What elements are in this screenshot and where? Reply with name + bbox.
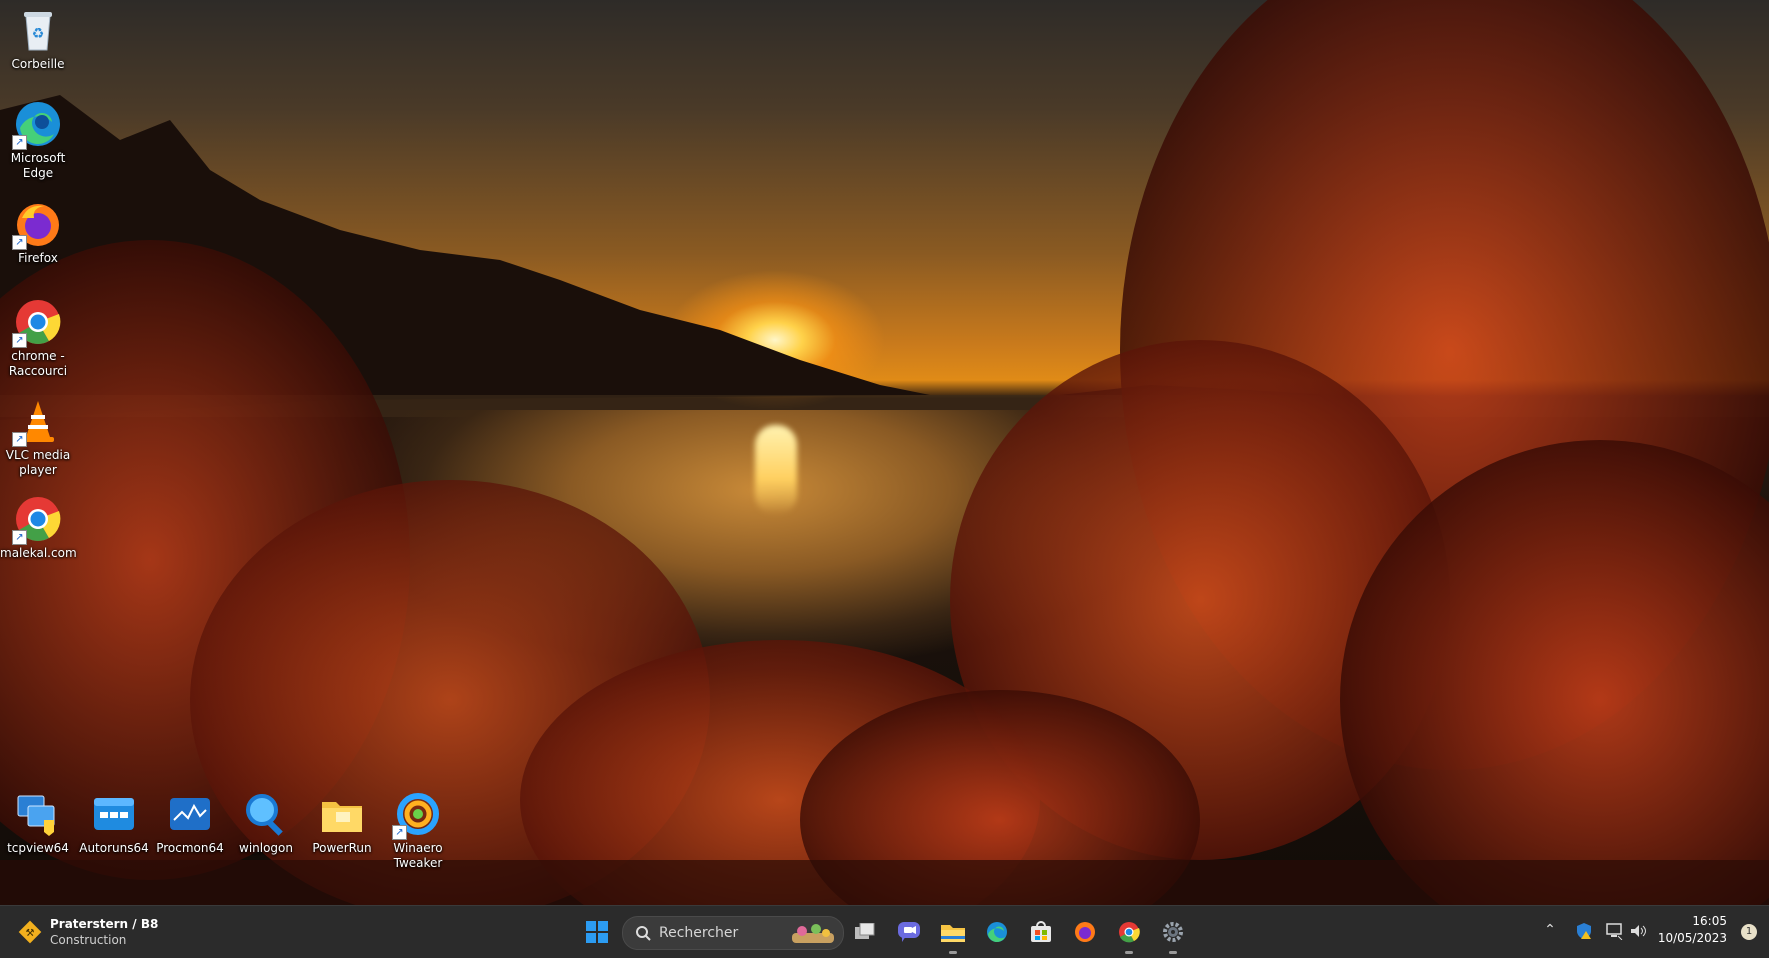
weather-subtitle: Construction [50,933,127,947]
start-button[interactable] [578,914,616,950]
weather-widget[interactable]: ⚒ Praterstern / B8 Construction [16,914,176,950]
desktop-icon-autoruns64[interactable]: Autoruns64 [76,790,152,856]
network-icon[interactable] [1604,922,1624,942]
security-shield-icon[interactable] [1574,922,1594,942]
volume-icon[interactable] [1628,922,1648,942]
search-icon [636,926,651,941]
desktop-icon-procmon64[interactable]: Procmon64 [152,790,228,856]
shortcut-arrow-icon: ↗ [392,825,407,840]
chrome-icon: ↗ [12,298,62,348]
folder-icon [318,790,366,838]
clock-date: 10/05/2023 [1657,931,1727,945]
desktop-icon-powerrun[interactable]: PowerRun [304,790,380,856]
edge-icon: ↗ [12,100,62,150]
desktop-icon-firefox[interactable]: ↗ Firefox [0,200,76,266]
windows-logo-icon [586,921,608,943]
vlc-cone-icon: ↗ [12,397,62,447]
desktop-icon-microsoft-edge[interactable]: ↗ Microsoft Edge [0,100,76,181]
desktop-wallpaper: ♻ Corbeille ↗ Microsoft Edge ↗ Firefox ↗… [0,0,1769,905]
desktop-icon-winaero-tweaker[interactable]: ↗ Winaero Tweaker [380,790,456,871]
desktop-icon-label: winlogon [239,841,293,855]
desktop-icon-label: Autoruns64 [79,841,149,855]
svg-text:♻: ♻ [32,26,45,42]
desktop-icon-tcpview64[interactable]: tcpview64 [0,790,76,856]
edge-icon [987,922,1007,942]
task-view-icon [855,923,875,939]
taskbar-search-box[interactable]: Rechercher [622,916,844,950]
file-explorer-button[interactable] [934,914,972,954]
recycle-bin-icon: ♻ [14,6,62,54]
chrome-icon [1119,922,1140,943]
folder-icon [941,925,965,942]
tcpview-icon [14,790,62,838]
winaero-tweaker-icon: ↗ [392,790,442,840]
desktop-icon-label: PowerRun [312,841,372,855]
desktop-icon-recycle-bin[interactable]: ♻ Corbeille [0,6,76,72]
desktop-icon-winlogon[interactable]: winlogon [228,790,304,856]
weather-title: Praterstern / B8 [50,917,159,931]
desktop-icon-label: Firefox [18,251,58,265]
store-bag-icon [1031,921,1051,942]
desktop-icon-label: VLC media player [5,448,71,477]
desktop-icon-label: Winaero Tweaker [393,841,443,870]
system-clock[interactable]: 16:05 10/05/2023 [1658,913,1727,947]
desktop-icon-label: tcpview64 [7,841,69,855]
notification-badge[interactable]: 1 [1741,924,1757,940]
chevron-up-icon[interactable]: ⌃ [1540,922,1560,942]
taskbar: ⚒ Praterstern / B8 Construction Recherch… [0,905,1769,958]
shortcut-arrow-icon: ↗ [12,135,27,150]
autoruns-icon [90,790,138,838]
gear-icon [1163,922,1183,942]
shortcut-arrow-icon: ↗ [12,235,27,250]
desktop-icon-label: Corbeille [11,57,65,71]
desktop-icon-chrome-raccourci[interactable]: ↗ chrome - Raccourci [0,298,76,379]
microsoft-store-button[interactable] [1022,914,1060,950]
shortcut-arrow-icon: ↗ [12,530,27,545]
firefox-icon [1075,922,1095,942]
clock-time: 16:05 [1692,914,1727,928]
desktop-icon-label: chrome - Raccourci [8,349,68,378]
desktop-icon-label: Microsoft Edge [10,151,66,180]
task-view-button[interactable] [846,914,884,950]
shortcut-arrow-icon: ↗ [12,432,27,447]
desktop-icon-label: malekal.com [0,546,77,560]
chrome-icon: ↗ [12,495,62,545]
firefox-icon: ↗ [12,200,62,250]
desktop-icon-vlc-media-player[interactable]: ↗ VLC media player [0,397,76,478]
desktop-icon-label: Procmon64 [156,841,224,855]
chrome-taskbar-button[interactable] [1110,914,1148,954]
search-placeholder: Rechercher [659,925,739,941]
running-indicator [949,951,957,954]
teams-chat-icon [898,922,920,942]
svg-text:⚒: ⚒ [26,928,35,939]
search-highlight-icon [792,924,834,943]
teams-chat-button[interactable] [890,914,928,950]
shortcut-arrow-icon: ↗ [12,333,27,348]
magnifier-icon [242,790,290,838]
running-indicator [1125,951,1133,954]
edge-taskbar-button[interactable] [978,914,1016,950]
construction-warning-icon: ⚒ [18,920,42,944]
procmon-icon [166,790,214,838]
autumn-foliage [0,0,1769,905]
running-indicator [1169,951,1177,954]
desktop-icon-malekal-com[interactable]: ↗ malekal.com [0,495,77,561]
firefox-taskbar-button[interactable] [1066,914,1104,950]
settings-taskbar-button[interactable] [1154,914,1192,954]
